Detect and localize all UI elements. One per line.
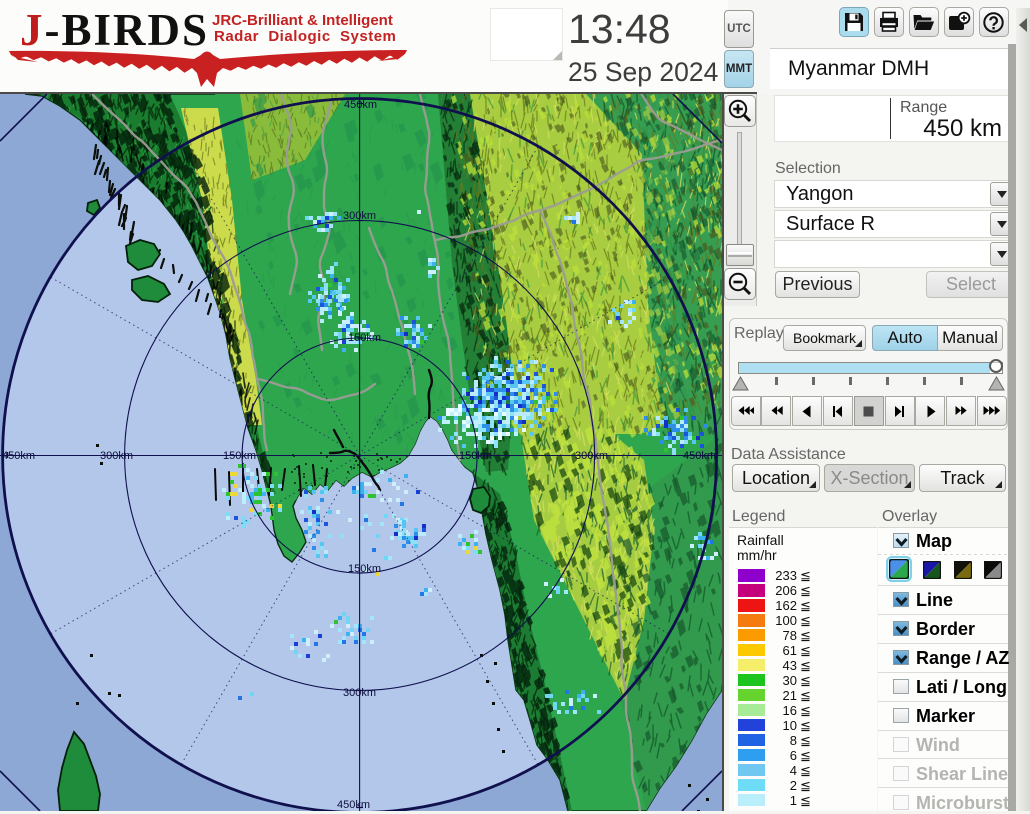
svg-text:150km: 150km [348,563,381,575]
svg-text:300km: 300km [343,687,376,699]
svg-text:450km: 450km [2,450,35,462]
svg-text:300km: 300km [343,210,376,222]
svg-text:450km: 450km [344,99,377,111]
svg-text:300km: 300km [575,450,608,462]
svg-text:450km: 450km [683,450,716,462]
svg-text:150km: 150km [348,332,381,344]
svg-text:450km: 450km [337,799,370,811]
svg-text:150km: 150km [223,450,256,462]
svg-text:300km: 300km [100,450,133,462]
svg-text:150km: 150km [459,450,492,462]
